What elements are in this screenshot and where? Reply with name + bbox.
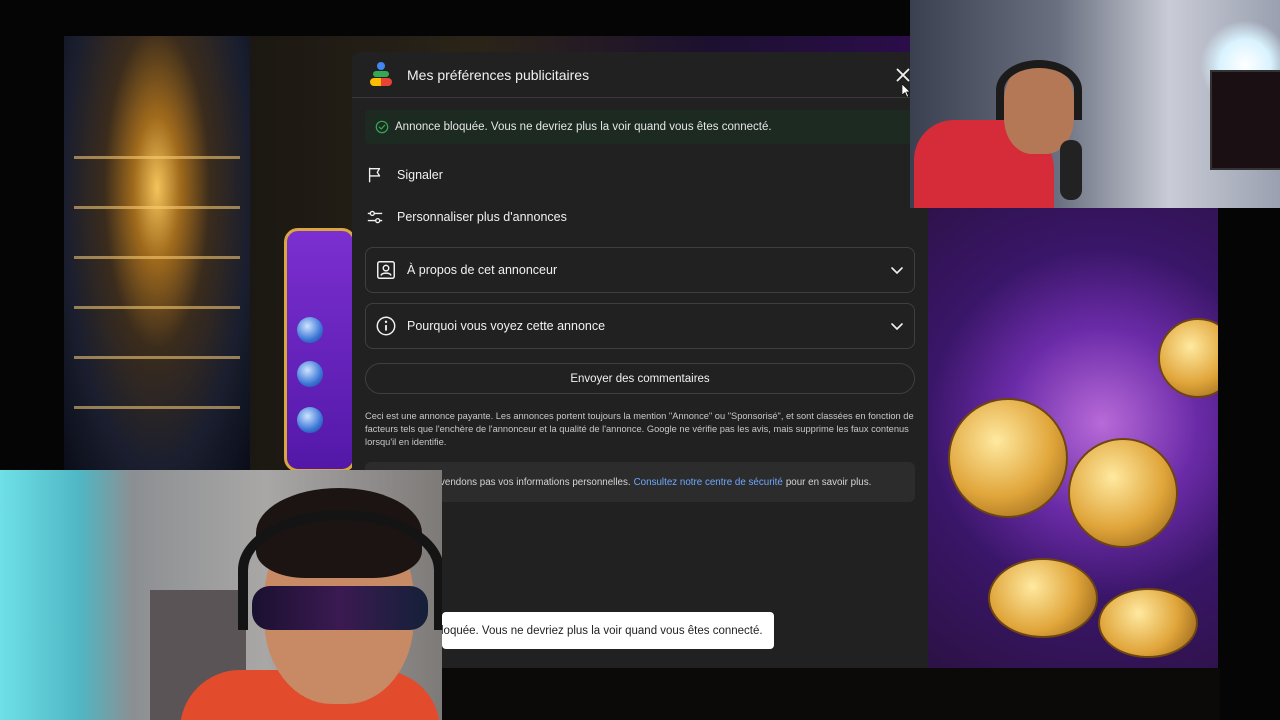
dialog-header: Mes préférences publicitaires bbox=[352, 52, 928, 98]
ad-center-icon bbox=[370, 62, 392, 88]
dialog-title: Mes préférences publicitaires bbox=[407, 67, 590, 83]
about-advertiser-label: À propos de cet annonceur bbox=[407, 263, 558, 277]
paid-ad-disclaimer: Ceci est une annonce payante. Les annonc… bbox=[365, 411, 914, 447]
person-badge-icon bbox=[377, 261, 395, 279]
privacy-suffix: pour en savoir plus. bbox=[785, 476, 872, 488]
streamer-webcam-bottom bbox=[0, 470, 442, 720]
sliders-icon bbox=[367, 210, 383, 224]
notice-text: Annonce bloquée. Vous ne devriez plus la… bbox=[395, 121, 772, 133]
blocked-toast: loquée. Vous ne devriez plus la voir qua… bbox=[442, 612, 774, 649]
privacy-banner: vendons pas vos informations personnelle… bbox=[365, 462, 915, 502]
report-label: Signaler bbox=[397, 168, 443, 182]
background-phone-image bbox=[284, 228, 356, 472]
check-circle-icon bbox=[375, 120, 389, 134]
report-ad-item[interactable]: Signaler bbox=[366, 161, 443, 189]
flag-icon bbox=[368, 167, 381, 183]
chevron-down-icon bbox=[891, 323, 903, 331]
about-advertiser-accordion[interactable]: À propos de cet annonceur bbox=[365, 247, 915, 293]
blocked-notice: Annonce bloquée. Vous ne devriez plus la… bbox=[365, 110, 928, 144]
background-strip bbox=[440, 668, 1220, 720]
screen: Mes préférences publicitaires Annonce bl… bbox=[0, 0, 1280, 720]
send-feedback-button[interactable]: Envoyer des commentaires bbox=[365, 363, 915, 394]
background-slot-art bbox=[928, 208, 1218, 686]
customize-label: Personnaliser plus d'annonces bbox=[397, 210, 567, 224]
chevron-down-icon bbox=[891, 267, 903, 275]
safety-center-link[interactable]: Consultez notre centre de sécurité bbox=[634, 477, 783, 488]
background-yacht-image bbox=[64, 36, 250, 470]
why-this-ad-label: Pourquoi vous voyez cette annonce bbox=[407, 319, 606, 333]
streamer-webcam-top bbox=[910, 0, 1280, 208]
cursor-icon bbox=[902, 84, 910, 98]
why-this-ad-accordion[interactable]: Pourquoi vous voyez cette annonce bbox=[365, 303, 915, 349]
customize-ads-item[interactable]: Personnaliser plus d'annonces bbox=[366, 203, 567, 231]
privacy-text: vendons pas vos informations personnelle… bbox=[440, 476, 631, 488]
toast-text: loquée. Vous ne devriez plus la voir qua… bbox=[442, 624, 763, 637]
info-icon bbox=[376, 316, 396, 336]
